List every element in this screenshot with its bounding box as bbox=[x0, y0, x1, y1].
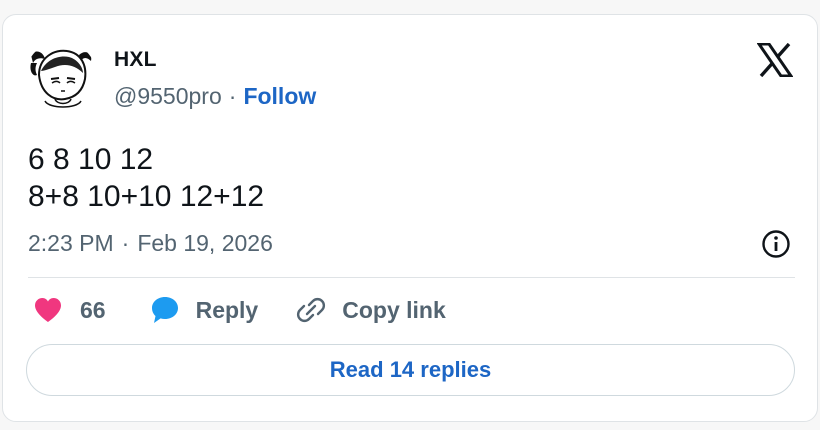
info-icon[interactable] bbox=[761, 229, 791, 259]
heart-icon bbox=[35, 298, 61, 322]
reply-button[interactable]: Reply bbox=[150, 295, 259, 325]
read-replies-button[interactable]: Read 14 replies bbox=[26, 344, 795, 396]
like-count: 66 bbox=[80, 296, 106, 323]
author-handle[interactable]: @9550pro bbox=[114, 83, 222, 110]
tweet-line: 8+8 10+10 12+12 bbox=[28, 180, 265, 213]
avatar-image bbox=[30, 49, 92, 108]
follow-button[interactable]: Follow bbox=[243, 83, 316, 110]
author-meta: @9550pro · Follow bbox=[114, 83, 316, 110]
like-button[interactable]: 66 bbox=[33, 296, 106, 324]
tweet-date: Feb 19, 2026 bbox=[137, 230, 273, 256]
speech-bubble-icon bbox=[151, 297, 178, 323]
meta-separator: · bbox=[228, 83, 237, 109]
divider bbox=[28, 277, 795, 278]
reply-label: Reply bbox=[195, 296, 259, 323]
timestamp-separator: · bbox=[121, 230, 130, 256]
tweet-timestamp[interactable]: 2:23 PM · Feb 19, 2026 bbox=[28, 230, 273, 257]
tweet-actions: 66 Reply Copy link bbox=[33, 295, 446, 325]
tweet-text: 6 8 10 12 8+8 10+10 12+12 bbox=[28, 141, 264, 215]
link-icon bbox=[297, 297, 326, 323]
tweet-card: HXL @9550pro · Follow 6 8 10 12 8+8 10+1… bbox=[2, 14, 818, 422]
avatar[interactable] bbox=[25, 41, 97, 113]
author-name[interactable]: HXL bbox=[114, 48, 157, 72]
x-logo-icon[interactable] bbox=[756, 42, 794, 78]
tweet-line: 6 8 10 12 bbox=[28, 143, 154, 176]
copy-link-label: Copy link bbox=[342, 296, 446, 323]
copy-link-button[interactable]: Copy link bbox=[296, 295, 446, 325]
tweet-time: 2:23 PM bbox=[28, 230, 114, 256]
